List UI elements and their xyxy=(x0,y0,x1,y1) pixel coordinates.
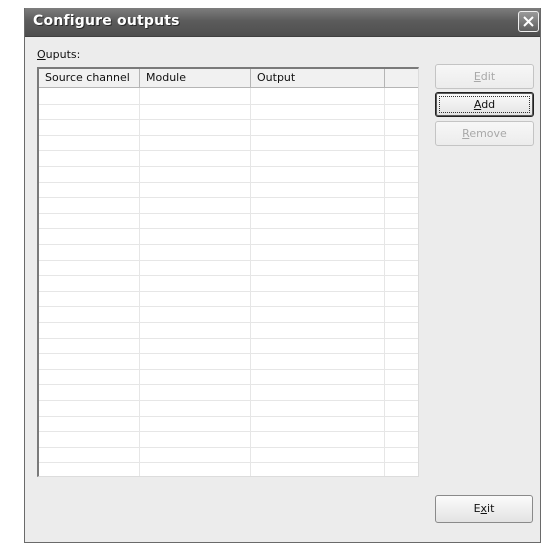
row-gridline xyxy=(39,306,418,307)
row-gridline xyxy=(39,275,418,276)
row-gridline xyxy=(39,213,418,214)
row-gridline xyxy=(39,322,418,323)
row-gridline xyxy=(39,166,418,167)
remove-button[interactable]: Remove xyxy=(435,121,534,146)
row-gridline xyxy=(39,338,418,339)
row-gridline xyxy=(39,431,418,432)
configure-outputs-dialog: Configure outputs Ouputs: Source channel… xyxy=(24,8,541,543)
outputs-label-accel: O xyxy=(37,48,46,61)
edit-label-rest: dit xyxy=(480,70,496,83)
edit-button[interactable]: Edit xyxy=(435,64,534,89)
row-gridline xyxy=(39,104,418,105)
add-button[interactable]: Add xyxy=(435,92,534,117)
row-gridline xyxy=(39,244,418,245)
row-gridline xyxy=(39,150,418,151)
column-gridline xyxy=(250,88,251,476)
column-header-output[interactable]: Output xyxy=(251,69,385,87)
exit-button[interactable]: Exit xyxy=(435,495,533,523)
row-gridline xyxy=(39,369,418,370)
title-bar[interactable]: Configure outputs xyxy=(25,8,540,37)
row-gridline xyxy=(39,119,418,120)
column-gridline xyxy=(384,88,385,476)
row-gridline xyxy=(39,228,418,229)
row-gridline xyxy=(39,353,418,354)
row-gridline xyxy=(39,447,418,448)
exit-label-rest: it xyxy=(487,502,495,515)
close-button[interactable] xyxy=(518,11,539,32)
close-icon xyxy=(523,16,534,27)
column-header-module[interactable]: Module xyxy=(140,69,251,87)
exit-label-pre: E xyxy=(473,502,481,515)
row-gridline xyxy=(39,135,418,136)
row-gridline xyxy=(39,260,418,261)
column-gridline xyxy=(139,88,140,476)
window-title: Configure outputs xyxy=(33,13,180,29)
remove-label-rest: emove xyxy=(469,127,507,140)
list-header: Source channel Module Output xyxy=(39,69,418,88)
focus-rectangle xyxy=(439,96,530,113)
row-gridline xyxy=(39,197,418,198)
row-gridline xyxy=(39,182,418,183)
row-gridline xyxy=(39,416,418,417)
outputs-label-rest: uputs: xyxy=(45,48,81,61)
list-grid xyxy=(39,88,418,476)
row-gridline xyxy=(39,384,418,385)
row-gridline xyxy=(39,291,418,292)
edit-accel: E xyxy=(473,70,481,83)
column-header-empty xyxy=(385,69,418,87)
column-header-source-channel[interactable]: Source channel xyxy=(39,69,140,87)
outputs-label: Ouputs: xyxy=(37,48,80,61)
row-gridline xyxy=(39,462,418,463)
row-gridline xyxy=(39,400,418,401)
outputs-list[interactable]: Source channel Module Output xyxy=(37,67,419,477)
